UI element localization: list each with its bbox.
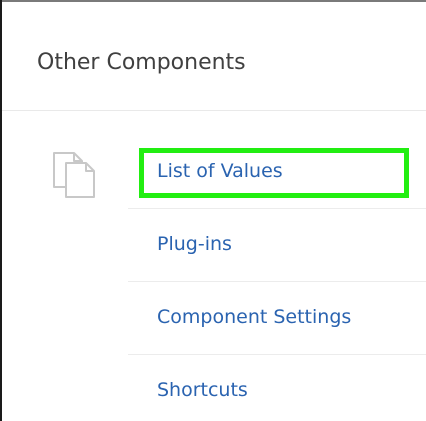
- list-item-plug-ins: Plug-ins: [128, 209, 426, 282]
- shortcuts-link[interactable]: Shortcuts: [157, 379, 248, 401]
- list-item-list-of-values: List of Values: [128, 136, 426, 209]
- list-item-shortcuts: Shortcuts: [128, 355, 426, 421]
- panel-title: Other Components: [37, 50, 246, 75]
- highlight-box: [139, 148, 409, 198]
- list-item-component-settings: Component Settings: [128, 282, 426, 355]
- copy-pages-icon-graphic: [53, 152, 95, 198]
- copy-pages-icon: [48, 147, 104, 201]
- plug-ins-link[interactable]: Plug-ins: [157, 233, 232, 255]
- other-components-panel: Other Components List of Values Plug-ins…: [2, 2, 426, 421]
- component-settings-link[interactable]: Component Settings: [157, 306, 351, 328]
- page: Other Components List of Values Plug-ins…: [0, 0, 426, 421]
- component-list: List of Values Plug-ins Component Settin…: [128, 136, 426, 421]
